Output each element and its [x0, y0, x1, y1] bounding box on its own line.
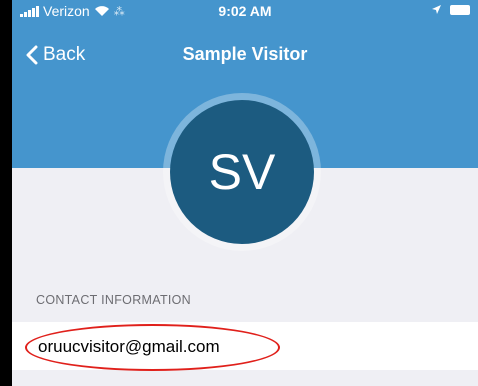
left-black-border — [0, 0, 12, 386]
page-title: Sample Visitor — [182, 44, 308, 64]
status-right — [431, 4, 470, 15]
location-icon — [432, 5, 441, 14]
annotation-oval — [25, 324, 280, 371]
status-time: 9:02 AM — [218, 3, 272, 19]
avatar: SV — [170, 100, 314, 244]
status-bar: Verizon ⁂ 9:02 AM — [12, 0, 478, 22]
avatar-initials: SV — [208, 144, 276, 200]
battery-icon — [450, 4, 470, 15]
contact-section-header: CONTACT INFORMATION — [36, 293, 191, 307]
avatar-ring: SV — [163, 93, 321, 251]
